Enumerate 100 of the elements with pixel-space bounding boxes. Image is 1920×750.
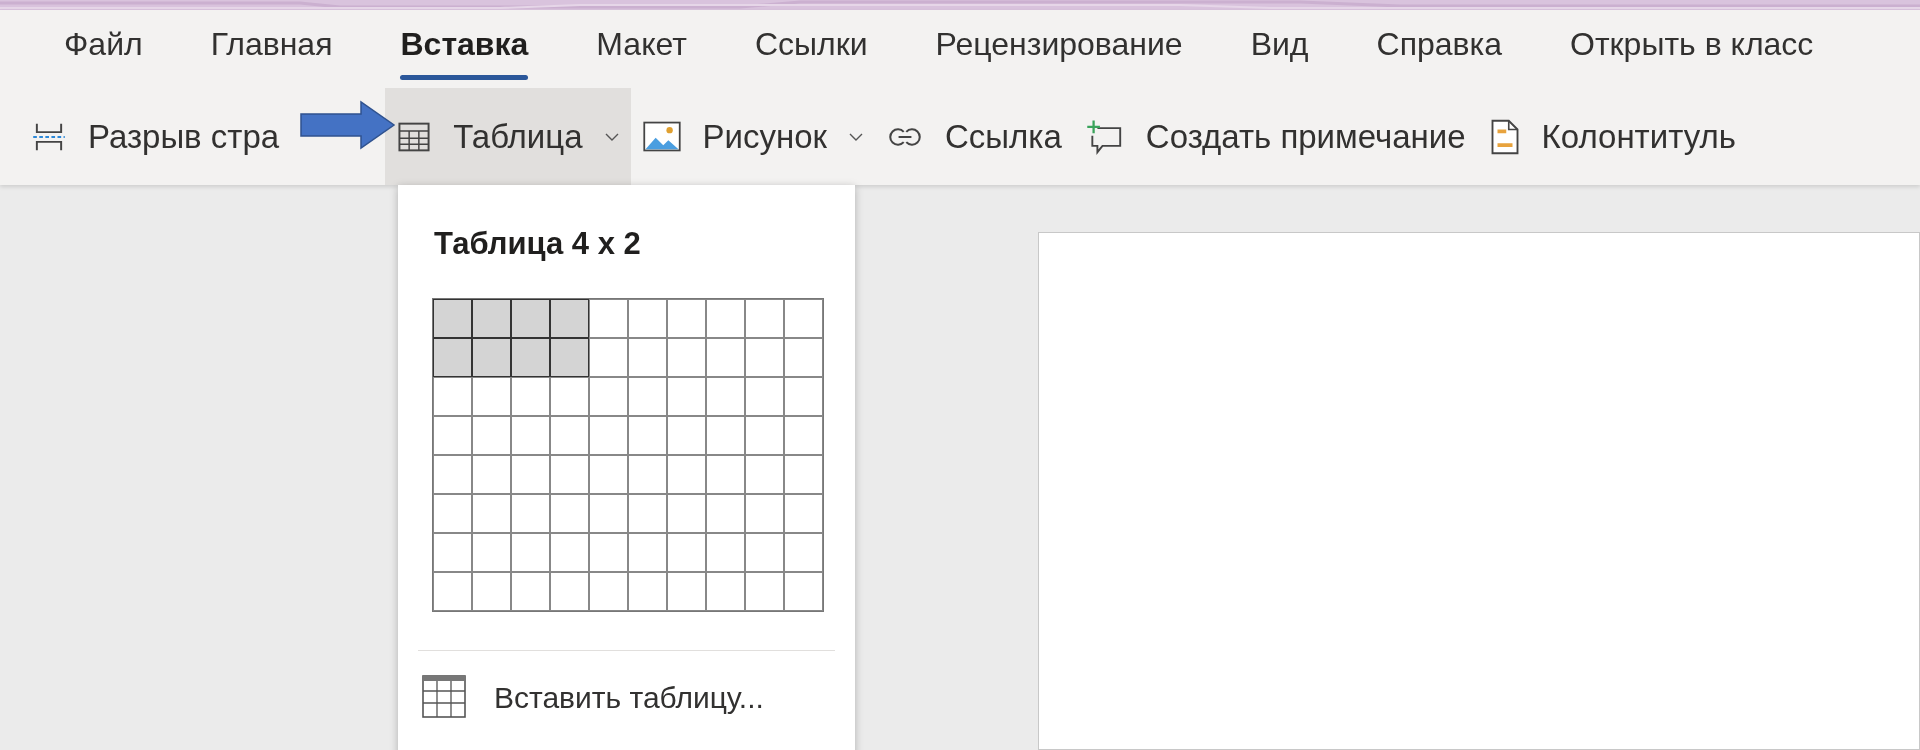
grid-cell[interactable]	[784, 298, 823, 338]
grid-cell[interactable]	[706, 337, 745, 377]
grid-cell[interactable]	[628, 493, 667, 533]
grid-cell[interactable]	[667, 493, 706, 533]
grid-cell[interactable]	[472, 415, 511, 455]
grid-cell[interactable]	[667, 376, 706, 416]
toolbar-button[interactable]: Таблица	[385, 88, 631, 185]
grid-cell[interactable]	[745, 493, 784, 533]
grid-cell[interactable]	[628, 532, 667, 572]
grid-cell[interactable]	[511, 493, 550, 533]
grid-cell[interactable]	[589, 376, 628, 416]
grid-cell[interactable]	[784, 493, 823, 533]
grid-cell[interactable]	[589, 571, 628, 611]
grid-cell[interactable]	[511, 376, 550, 416]
grid-cell[interactable]	[472, 493, 511, 533]
grid-cell[interactable]	[745, 415, 784, 455]
ribbon-tab[interactable]: Главная	[176, 10, 367, 88]
grid-cell[interactable]	[550, 454, 589, 494]
grid-cell[interactable]	[628, 415, 667, 455]
grid-cell[interactable]	[472, 337, 511, 377]
grid-cell[interactable]	[706, 532, 745, 572]
grid-cell[interactable]	[628, 298, 667, 338]
toolbar-button[interactable]: Ссылка	[875, 88, 1074, 185]
grid-cell[interactable]	[628, 376, 667, 416]
grid-cell[interactable]	[433, 493, 472, 533]
grid-cell[interactable]	[433, 532, 472, 572]
grid-cell[interactable]	[628, 337, 667, 377]
toolbar-button[interactable]: Создать примечание	[1073, 88, 1478, 185]
grid-cell[interactable]	[667, 298, 706, 338]
grid-cell[interactable]	[706, 376, 745, 416]
ribbon-tab[interactable]: Справка	[1342, 10, 1537, 88]
grid-cell[interactable]	[472, 298, 511, 338]
grid-cell[interactable]	[745, 454, 784, 494]
ribbon-tab[interactable]: Открыть в класс	[1536, 10, 1848, 88]
ribbon-tab[interactable]: Вставка	[366, 10, 563, 88]
toolbar-button[interactable]: Колонтитуль	[1477, 88, 1748, 185]
ribbon-tab[interactable]: Макет	[562, 10, 721, 88]
grid-cell[interactable]	[550, 298, 589, 338]
grid-cell[interactable]	[628, 454, 667, 494]
grid-cell[interactable]	[589, 415, 628, 455]
grid-cell[interactable]	[550, 571, 589, 611]
grid-cell[interactable]	[667, 415, 706, 455]
grid-cell[interactable]	[706, 415, 745, 455]
grid-cell[interactable]	[589, 532, 628, 572]
grid-cell[interactable]	[667, 571, 706, 611]
grid-cell[interactable]	[433, 376, 472, 416]
grid-cell[interactable]	[667, 337, 706, 377]
grid-cell[interactable]	[511, 298, 550, 338]
grid-cell[interactable]	[472, 376, 511, 416]
grid-cell[interactable]	[784, 376, 823, 416]
grid-cell[interactable]	[784, 571, 823, 611]
grid-cell[interactable]	[472, 454, 511, 494]
grid-cell[interactable]	[667, 454, 706, 494]
grid-cell[interactable]	[706, 454, 745, 494]
grid-cell[interactable]	[745, 298, 784, 338]
grid-cell[interactable]	[706, 571, 745, 611]
ribbon-tab[interactable]: Ссылки	[720, 10, 902, 88]
grid-cell[interactable]	[511, 571, 550, 611]
grid-cell[interactable]	[745, 571, 784, 611]
grid-cell[interactable]	[706, 298, 745, 338]
insert-table-menu-item[interactable]: Вставить таблицу...	[422, 674, 764, 720]
grid-cell[interactable]	[784, 454, 823, 494]
grid-cell[interactable]	[472, 571, 511, 611]
grid-cell[interactable]	[667, 532, 706, 572]
grid-cell[interactable]	[433, 454, 472, 494]
grid-cell[interactable]	[550, 493, 589, 533]
grid-cell[interactable]	[745, 376, 784, 416]
grid-cell[interactable]	[433, 415, 472, 455]
grid-cell[interactable]	[550, 376, 589, 416]
grid-cell[interactable]	[589, 337, 628, 377]
grid-cell[interactable]	[784, 337, 823, 377]
grid-cell[interactable]	[511, 454, 550, 494]
grid-cell[interactable]	[784, 415, 823, 455]
grid-cell[interactable]	[784, 532, 823, 572]
grid-cell[interactable]	[433, 298, 472, 338]
grid-cell[interactable]	[706, 493, 745, 533]
menu-title: Таблица 4 x 2	[434, 225, 641, 263]
grid-cell[interactable]	[511, 415, 550, 455]
grid-cell[interactable]	[472, 532, 511, 572]
ribbon-tab[interactable]: Файл	[30, 10, 177, 88]
grid-cell[interactable]	[628, 571, 667, 611]
grid-cell[interactable]	[433, 571, 472, 611]
grid-cell[interactable]	[589, 298, 628, 338]
toolbar-button[interactable]: Рисунок	[630, 88, 875, 185]
grid-cell[interactable]	[745, 532, 784, 572]
grid-cell[interactable]	[433, 337, 472, 377]
table-icon	[422, 675, 466, 719]
grid-cell[interactable]	[589, 454, 628, 494]
grid-cell[interactable]	[589, 493, 628, 533]
grid-cell[interactable]	[550, 532, 589, 572]
ribbon-tab[interactable]: Вид	[1216, 10, 1343, 88]
grid-cell[interactable]	[745, 337, 784, 377]
arrow-icon	[300, 100, 396, 150]
grid-cell[interactable]	[550, 337, 589, 377]
grid-cell[interactable]	[550, 415, 589, 455]
ribbon-tab[interactable]: Рецензирование	[901, 10, 1217, 88]
grid-cell[interactable]	[511, 337, 550, 377]
grid-cell[interactable]	[511, 532, 550, 572]
chevron-down-icon	[604, 131, 619, 142]
toolbar-button[interactable]: Разрыв стра	[20, 88, 280, 185]
